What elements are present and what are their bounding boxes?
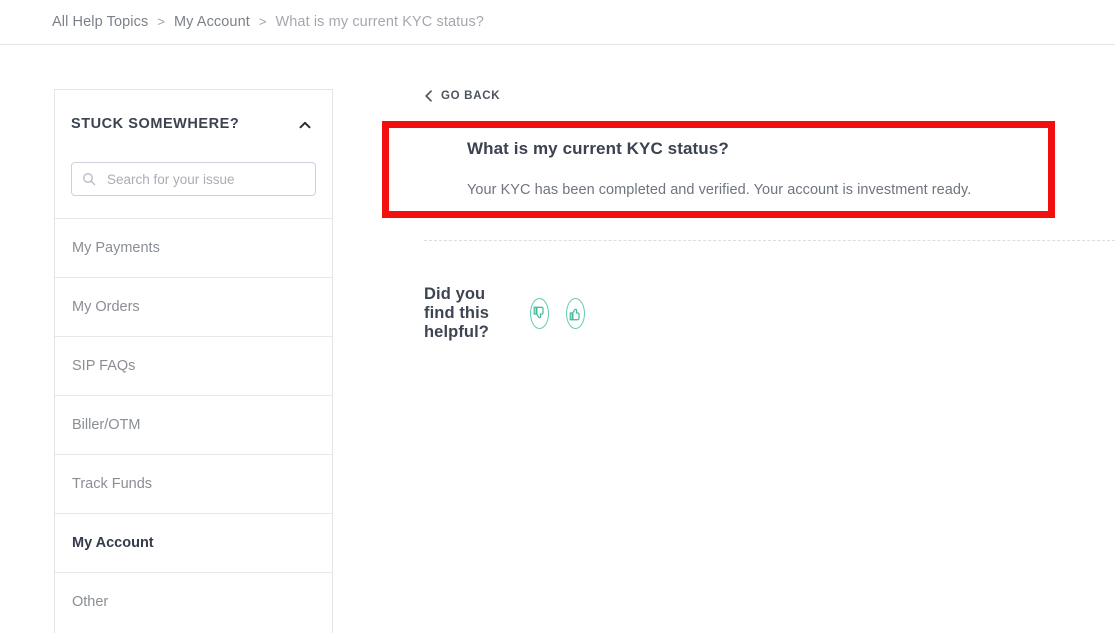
chevron-up-icon[interactable] <box>298 118 312 132</box>
answer-title: What is my current KYC status? <box>467 139 729 158</box>
breadcrumb-item-all-help-topics[interactable]: All Help Topics <box>52 14 148 30</box>
breadcrumb-separator: > <box>258 13 267 29</box>
answer-body: Your KYC has been completed and verified… <box>467 182 972 198</box>
section-divider <box>424 240 1115 241</box>
breadcrumb-item-current: What is my current KYC status? <box>275 14 484 30</box>
sidebar-item-label: My Orders <box>72 299 140 315</box>
go-back-label: GO BACK <box>441 90 501 102</box>
sidebar-item-label: Track Funds <box>72 476 153 492</box>
sidebar-item-other[interactable]: Other <box>55 572 332 631</box>
thumbs-up-button[interactable] <box>565 298 585 329</box>
sidebar-title: STUCK SOMEWHERE? <box>71 116 240 132</box>
sidebar-item-track-funds[interactable]: Track Funds <box>55 454 332 513</box>
thumbs-down-icon <box>531 305 548 322</box>
feedback-section: Did you find this helpful? <box>424 285 585 342</box>
answer-card: What is my current KYC status? Your KYC … <box>424 121 1097 218</box>
sidebar-item-my-account[interactable]: My Account <box>55 513 332 572</box>
sidebar-item-label: Other <box>72 594 109 610</box>
sidebar-item-label: Biller/OTM <box>72 417 141 433</box>
sidebar-item-sip-faqs[interactable]: SIP FAQs <box>55 336 332 395</box>
main-content: GO BACK What is my current KYC status? Y… <box>382 89 1115 341</box>
breadcrumb: All Help Topics > My Account > What is m… <box>0 0 1115 45</box>
go-back-button[interactable]: GO BACK <box>424 90 500 102</box>
chevron-left-icon <box>424 90 433 102</box>
sidebar-item-my-orders[interactable]: My Orders <box>55 277 332 336</box>
thumbs-up-icon <box>567 305 584 322</box>
feedback-label: Did you find this helpful? <box>424 285 490 341</box>
sidebar-item-label: My Account <box>72 535 154 551</box>
sidebar-item-my-payments[interactable]: My Payments <box>55 218 332 277</box>
breadcrumb-item-my-account[interactable]: My Account <box>174 14 250 30</box>
search-box[interactable] <box>71 162 316 196</box>
sidebar-search <box>55 162 332 196</box>
sidebar-item-label: My Payments <box>72 240 160 256</box>
thumbs-down-button[interactable] <box>529 298 549 329</box>
sidebar-item-biller-otm[interactable]: Biller/OTM <box>55 395 332 454</box>
sidebar-item-label: SIP FAQs <box>72 358 136 374</box>
sidebar-panel: STUCK SOMEWHERE? My Payments My Orders <box>54 89 333 633</box>
search-icon <box>82 172 96 186</box>
search-input[interactable] <box>105 170 305 188</box>
breadcrumb-separator: > <box>157 13 165 29</box>
sidebar-list: My Payments My Orders SIP FAQs Biller/OT… <box>55 218 332 631</box>
